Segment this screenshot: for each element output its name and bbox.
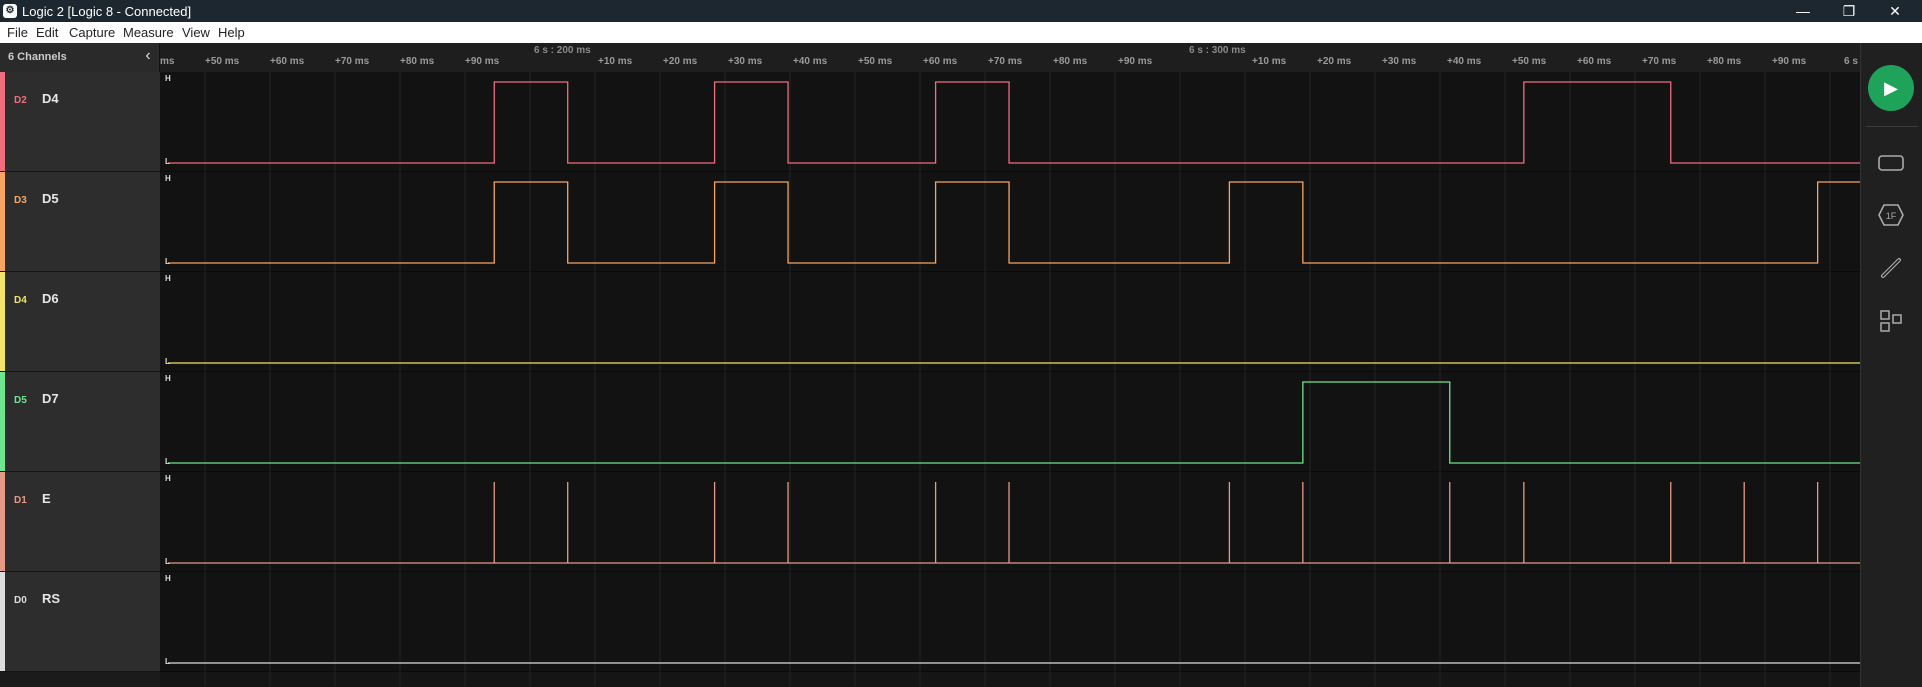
timeline-tick: +20 ms (1317, 56, 1352, 67)
channel-name[interactable]: D4 (42, 91, 59, 106)
channels-count: 6 Channels (8, 51, 67, 63)
channel-color-stripe (0, 572, 5, 671)
channel-name[interactable]: D7 (42, 391, 59, 406)
low-level-label: L (165, 357, 170, 366)
waveform-d7 (168, 381, 1860, 464)
timeline-tick: +70 ms (988, 56, 1023, 67)
channel-color-stripe (0, 272, 5, 371)
timeline-tick: +40 ms (793, 56, 828, 67)
channel-row-rs[interactable]: D0 RS (0, 572, 160, 672)
timeline-tick: +50 ms (205, 56, 240, 67)
timeline-tick: +60 ms (1577, 56, 1612, 67)
low-level-label: L (165, 557, 170, 566)
channel-index: D2 (14, 95, 27, 106)
timeline-tick: +20 ms (663, 56, 698, 67)
high-level-label: H (165, 274, 171, 283)
channel-name[interactable]: D5 (42, 191, 59, 206)
play-icon: ▶ (1884, 78, 1898, 98)
high-level-label: H (165, 374, 171, 383)
channel-index: D0 (14, 595, 27, 606)
channel-row-d5[interactable]: D3 D5 (0, 172, 160, 272)
timeline-tick: +90 ms (1118, 56, 1153, 67)
menu-view[interactable]: View (182, 25, 210, 40)
app-icon: ⚙ (3, 4, 17, 18)
timeline-anchor: 6 s : 300 ms (1189, 45, 1246, 56)
low-level-label: L (165, 457, 170, 466)
measurements-icon[interactable] (1876, 253, 1906, 283)
timeline-tick: +70 ms (1642, 56, 1677, 67)
timeline-tick: +30 ms (728, 56, 763, 67)
close-button[interactable]: ✕ (1872, 0, 1918, 22)
menu-capture[interactable]: Capture (69, 25, 115, 40)
timeline-ruler[interactable]: ms +50 ms +60 ms +70 ms +80 ms +90 ms +10 ms +2… (160, 43, 1860, 72)
timeline-tick: +90 ms (465, 56, 500, 67)
timeline-tick: +80 ms (1707, 56, 1742, 67)
channel-row-d6[interactable]: D4 D6 (0, 272, 160, 372)
low-level-label: L (165, 157, 170, 166)
minimize-button[interactable]: — (1780, 0, 1826, 22)
menu-bar: File Edit Capture Measure View Help (0, 22, 1922, 43)
timeline-tick: 6 s (1844, 56, 1858, 67)
low-level-label: L (165, 657, 170, 666)
channel-color-stripe (0, 72, 5, 171)
channel-index: D4 (14, 295, 27, 306)
window-title: Logic 2 [Logic 8 - Connected] (22, 4, 192, 19)
timeline-tick: ms (160, 56, 175, 67)
channel-name[interactable]: E (42, 491, 51, 506)
channel-color-stripe (0, 372, 5, 471)
right-toolbar: ▶ 1F (1860, 43, 1922, 687)
high-level-label: H (165, 574, 171, 583)
timeline-tick: +10 ms (1252, 56, 1287, 67)
channel-index: D3 (14, 195, 27, 206)
channel-index: D5 (14, 395, 27, 406)
waveform-d4 (168, 81, 1860, 164)
waveform-d5 (168, 181, 1860, 264)
timeline-tick: +30 ms (1382, 56, 1417, 67)
timeline-anchor: 6 s : 200 ms (534, 45, 591, 56)
annotations-icon[interactable] (1876, 147, 1906, 177)
channel-row-d4[interactable]: D2 D4 (0, 72, 160, 172)
timeline-tick: +50 ms (858, 56, 893, 67)
timeline-tick: +60 ms (923, 56, 958, 67)
maximize-button[interactable]: ❐ (1826, 0, 1872, 22)
timeline-tick: +40 ms (1447, 56, 1482, 67)
analyzers-icon[interactable]: 1F (1876, 200, 1906, 230)
svg-text:1F: 1F (1886, 211, 1897, 221)
high-level-label: H (165, 474, 171, 483)
waveform-area[interactable]: HLHLHLHLHLHL (160, 72, 1860, 687)
waveform-d6 (168, 281, 1860, 364)
low-level-label: L (165, 257, 170, 266)
channel-row-d7[interactable]: D5 D7 (0, 372, 160, 472)
channel-row-e[interactable]: D1 E (0, 472, 160, 572)
timeline-tick: +60 ms (270, 56, 305, 67)
menu-measure[interactable]: Measure (123, 25, 174, 40)
waveform-canvas (168, 72, 1860, 687)
timeline-tick: +80 ms (400, 56, 435, 67)
channel-name[interactable]: RS (42, 591, 60, 606)
timeline-tick: +70 ms (335, 56, 370, 67)
timeline-tick: +50 ms (1512, 56, 1547, 67)
waveform-e (168, 482, 1860, 564)
start-capture-button[interactable]: ▶ (1868, 65, 1914, 111)
toolbar-divider (1866, 126, 1918, 127)
high-level-label: H (165, 174, 171, 183)
menu-help[interactable]: Help (218, 25, 245, 40)
channel-index: D1 (14, 495, 27, 506)
channel-color-stripe (0, 472, 5, 571)
title-bar: ⚙ Logic 2 [Logic 8 - Connected] — ❐ ✕ (0, 0, 1922, 22)
timeline-tick: +10 ms (598, 56, 633, 67)
collapse-sidebar-icon[interactable]: ‹ (140, 47, 156, 65)
channels-header: 6 Channels ‹ (0, 43, 160, 72)
channel-color-stripe (0, 172, 5, 271)
extensions-icon[interactable] (1876, 306, 1906, 336)
channel-name[interactable]: D6 (42, 291, 59, 306)
timeline-tick: +90 ms (1772, 56, 1807, 67)
timeline-tick: +80 ms (1053, 56, 1088, 67)
menu-edit[interactable]: Edit (36, 25, 58, 40)
menu-file[interactable]: File (7, 25, 28, 40)
high-level-label: H (165, 74, 171, 83)
